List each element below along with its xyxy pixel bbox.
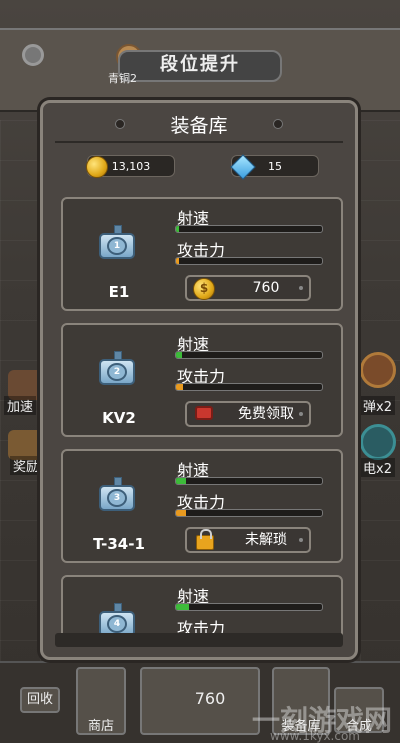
settings-gear-icon[interactable] bbox=[22, 44, 44, 66]
attack-bar bbox=[175, 383, 323, 391]
tank-card: 3 T-34-1 射速 攻击力 未解琐 bbox=[61, 449, 343, 563]
modal-title: 装备库 bbox=[170, 115, 228, 137]
price-label: 760 bbox=[252, 280, 280, 296]
tank-icon: 3 bbox=[95, 477, 139, 517]
tank-card: 4 射速 攻击力 bbox=[61, 575, 343, 637]
lock-icon bbox=[196, 529, 214, 550]
speed-bar bbox=[175, 351, 323, 359]
reward-label: 奖励 bbox=[10, 456, 43, 475]
tank-card: 1 E1 射速 攻击力 $ 760 bbox=[61, 197, 343, 311]
speed-boost-label: 加速 bbox=[4, 396, 37, 415]
tank-icon: 2 bbox=[95, 351, 139, 391]
gem-icon bbox=[230, 154, 256, 180]
watermark-url: www.1kyx.com bbox=[270, 729, 360, 743]
coin-amount: 13,103 bbox=[111, 160, 151, 173]
free-claim-label: 免费领取 bbox=[238, 406, 294, 422]
locked-button[interactable]: 未解琐 bbox=[185, 527, 311, 553]
tank-icon: 4 bbox=[95, 603, 139, 637]
attack-bar bbox=[175, 257, 323, 265]
free-claim-button[interactable]: 免费领取 bbox=[185, 401, 311, 427]
locked-label: 未解琐 bbox=[245, 532, 287, 548]
tank-name: E1 bbox=[108, 283, 130, 301]
electric-boost-icon[interactable] bbox=[360, 424, 396, 460]
speed-bar bbox=[175, 225, 323, 233]
tank-list[interactable]: 1 E1 射速 攻击力 $ 760 2 KV2 射速 攻击力 免费领取 3 T-… bbox=[61, 197, 343, 637]
attack-bar bbox=[175, 509, 323, 517]
speed-bar bbox=[175, 603, 323, 611]
gem-balance: 15 bbox=[230, 154, 319, 180]
rank-level-label: 青铜2 bbox=[108, 72, 137, 85]
tank-icon: 1 bbox=[95, 225, 139, 265]
armory-modal: 装备库 13,103 15 1 E1 射速 攻击力 $ 760 2 KV2 射速 bbox=[40, 100, 358, 660]
shop-button[interactable]: 商店 bbox=[76, 667, 126, 735]
tank-name: T-34-1 bbox=[93, 535, 145, 553]
buy-tank-button[interactable]: 760 bbox=[140, 667, 260, 735]
bullet-boost-label: 弹x2 bbox=[360, 396, 395, 415]
tank-name: KV2 bbox=[102, 409, 136, 427]
tv-icon bbox=[195, 406, 213, 420]
coin-icon bbox=[86, 156, 108, 178]
rank-up-banner[interactable]: 段位提升 bbox=[118, 50, 282, 82]
gem-amount: 15 bbox=[268, 160, 282, 173]
tank-card: 2 KV2 射速 攻击力 免费领取 bbox=[61, 323, 343, 437]
modal-footer bbox=[55, 633, 343, 647]
buy-button[interactable]: $ 760 bbox=[185, 275, 311, 301]
electric-boost-label: 电x2 bbox=[360, 458, 395, 477]
speed-bar bbox=[175, 477, 323, 485]
title-divider bbox=[55, 141, 343, 143]
recycle-button[interactable]: 回收 bbox=[20, 687, 60, 713]
bullet-boost-icon[interactable] bbox=[360, 352, 396, 388]
coin-balance: 13,103 bbox=[86, 155, 175, 178]
coin-icon: $ bbox=[193, 278, 215, 300]
